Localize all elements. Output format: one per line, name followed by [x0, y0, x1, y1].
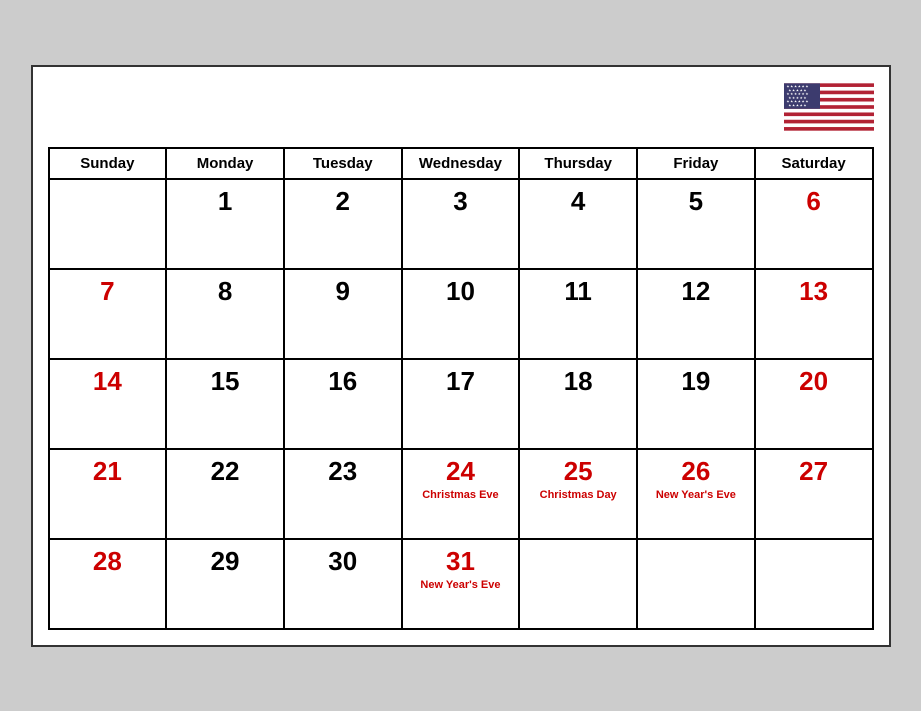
day-number: 16 [289, 366, 397, 397]
calendar-cell: 6 [755, 179, 873, 269]
calendar-cell: 23 [284, 449, 402, 539]
day-number: 19 [642, 366, 750, 397]
day-number: 20 [760, 366, 868, 397]
day-number: 22 [171, 456, 279, 487]
week-row-5: 28 29 30 31 New Year's Eve [49, 539, 873, 629]
calendar-header: ★★★★★★ ★★★★★ ★★★★★★ ★★★★★ ★★★★★★ ★★★★★ [48, 77, 874, 137]
calendar-cell: 30 [284, 539, 402, 629]
calendar-cell: 8 [166, 269, 284, 359]
calendar-table: SundayMondayTuesdayWednesdayThursdayFrid… [48, 147, 874, 630]
calendar-cell: 26 New Year's Eve [637, 449, 755, 539]
day-number: 6 [760, 186, 868, 217]
week-row-1: 123456 [49, 179, 873, 269]
day-number: 7 [54, 276, 162, 307]
day-number: 25 [524, 456, 632, 487]
calendar-cell [519, 539, 637, 629]
calendar-cell: 20 [755, 359, 873, 449]
weekday-header-wednesday: Wednesday [402, 148, 520, 179]
day-number: 13 [760, 276, 868, 307]
calendar-cell: 15 [166, 359, 284, 449]
weekday-header-tuesday: Tuesday [284, 148, 402, 179]
day-number: 5 [642, 186, 750, 217]
svg-text:★: ★ [788, 103, 791, 107]
calendar-cell: 5 [637, 179, 755, 269]
week-row-4: 21 22 23 24 Christmas Eve 25 Christmas Day 26 Ne… [49, 449, 873, 539]
calendar-cell: 24 Christmas Eve [402, 449, 520, 539]
us-flag: ★★★★★★ ★★★★★ ★★★★★★ ★★★★★ ★★★★★★ ★★★★★ [784, 77, 874, 137]
week-row-2: 789 10 11 12 13 [49, 269, 873, 359]
calendar-cell: 29 [166, 539, 284, 629]
day-number: 30 [289, 546, 397, 577]
weekday-header-friday: Friday [637, 148, 755, 179]
day-number: 1 [171, 186, 279, 217]
calendar-cell: 4 [519, 179, 637, 269]
calendar-cell: 16 [284, 359, 402, 449]
holiday-label: New Year's Eve [642, 489, 750, 502]
day-number: 8 [171, 276, 279, 307]
day-number: 15 [171, 366, 279, 397]
calendar-cell [49, 179, 167, 269]
day-number: 23 [289, 456, 397, 487]
calendar-cell: 21 [49, 449, 167, 539]
day-number: 24 [407, 456, 515, 487]
calendar-cell: 11 [519, 269, 637, 359]
calendar-cell: 22 [166, 449, 284, 539]
day-number: 27 [760, 456, 868, 487]
day-number: 12 [642, 276, 750, 307]
holiday-label: Christmas Day [524, 489, 632, 502]
day-number: 26 [642, 456, 750, 487]
svg-text:★: ★ [803, 103, 806, 107]
calendar-cell: 10 [402, 269, 520, 359]
day-number: 28 [54, 546, 162, 577]
calendar-cell: 3 [402, 179, 520, 269]
day-number: 3 [407, 186, 515, 217]
calendar-cell: 31 New Year's Eve [402, 539, 520, 629]
calendar-container: ★★★★★★ ★★★★★ ★★★★★★ ★★★★★ ★★★★★★ ★★★★★ S… [31, 65, 891, 647]
day-number: 9 [289, 276, 397, 307]
holiday-label: New Year's Eve [407, 579, 515, 592]
svg-text:★: ★ [799, 103, 802, 107]
calendar-cell: 1 [166, 179, 284, 269]
day-number: 2 [289, 186, 397, 217]
calendar-cell [637, 539, 755, 629]
calendar-cell: 7 [49, 269, 167, 359]
calendar-cell: 13 [755, 269, 873, 359]
day-number: 29 [171, 546, 279, 577]
day-number: 18 [524, 366, 632, 397]
day-number: 14 [54, 366, 162, 397]
calendar-cell: 25 Christmas Day [519, 449, 637, 539]
week-row-3: 14 15 16 17 18 19 20 [49, 359, 873, 449]
calendar-cell: 17 [402, 359, 520, 449]
calendar-cell: 9 [284, 269, 402, 359]
weekday-header-thursday: Thursday [519, 148, 637, 179]
calendar-cell: 28 [49, 539, 167, 629]
day-number: 4 [524, 186, 632, 217]
weekday-header-sunday: Sunday [49, 148, 167, 179]
calendar-cell [755, 539, 873, 629]
calendar-cell: 14 [49, 359, 167, 449]
day-number: 21 [54, 456, 162, 487]
calendar-cell: 27 [755, 449, 873, 539]
weekday-header-saturday: Saturday [755, 148, 873, 179]
day-number: 10 [407, 276, 515, 307]
calendar-cell: 18 [519, 359, 637, 449]
weekday-header-monday: Monday [166, 148, 284, 179]
calendar-cell: 2 [284, 179, 402, 269]
day-number: 31 [407, 546, 515, 577]
calendar-cell: 19 [637, 359, 755, 449]
calendar-cell: 12 [637, 269, 755, 359]
holiday-label: Christmas Eve [407, 489, 515, 502]
svg-text:★: ★ [795, 103, 798, 107]
svg-text:★: ★ [792, 103, 795, 107]
day-number: 17 [407, 366, 515, 397]
day-number: 11 [524, 276, 632, 307]
